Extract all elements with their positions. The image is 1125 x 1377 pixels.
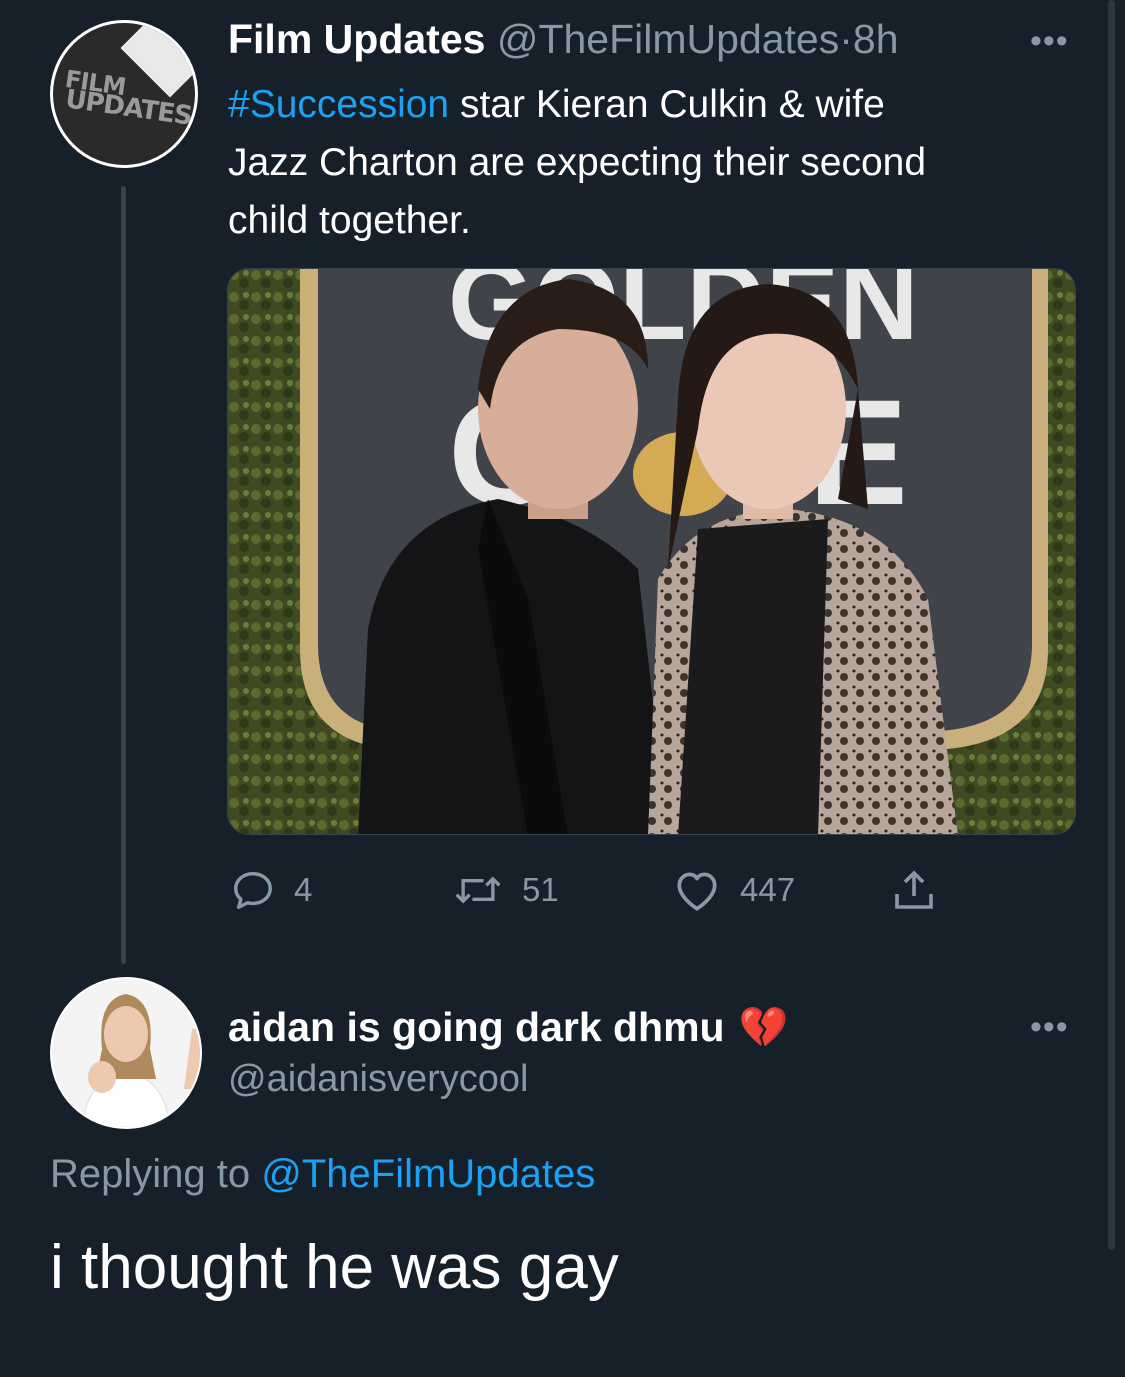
film-updates-avatar[interactable]: FILM UPDATES	[50, 20, 198, 168]
retweet-icon	[455, 876, 501, 904]
tweet-text-line: star Kieran Culkin & wife	[449, 83, 885, 126]
aidan-avatar[interactable]	[50, 977, 202, 1129]
more-horizontal-icon[interactable]: •••	[1030, 1010, 1069, 1044]
reply-count: 4	[294, 871, 313, 908]
reply-text: i thought he was gay	[50, 1233, 619, 1302]
share-icon	[895, 870, 933, 909]
retweet-count: 51	[522, 871, 559, 908]
thread-connector-line	[121, 186, 126, 964]
hashtag-link[interactable]: #Succession	[228, 83, 449, 126]
more-horizontal-icon[interactable]: •••	[1030, 24, 1069, 58]
tweet-header: Film Updates @TheFilmUpdates·8h	[228, 16, 899, 63]
broken-heart-emoji: 💔	[738, 1006, 789, 1050]
like-count: 447	[740, 871, 796, 908]
tweet-text-line: child together.	[228, 199, 471, 242]
reply-author-name-text: aidan is going dark dhmu	[228, 1004, 725, 1050]
heart-icon	[677, 872, 717, 911]
time-separator: ·	[839, 16, 853, 62]
reply-icon	[234, 871, 272, 909]
replying-to-label: Replying to	[50, 1152, 262, 1196]
like-action[interactable]: 447	[672, 866, 795, 914]
author-name[interactable]: Film Updates	[228, 16, 485, 62]
tweet-photo[interactable]: GOLDEN G E	[227, 268, 1076, 835]
tweet-time[interactable]: 8h	[853, 16, 899, 62]
reply-author-handle[interactable]: @aidanisverycool	[228, 1058, 529, 1101]
share-action[interactable]	[890, 866, 956, 914]
reply-author-name[interactable]: aidan is going dark dhmu 💔	[228, 1004, 788, 1051]
avatar-photo	[52, 979, 200, 1127]
replying-to-mention[interactable]: @TheFilmUpdates	[261, 1152, 595, 1196]
reply-action[interactable]: 4	[230, 866, 312, 914]
retweet-action[interactable]: 51	[452, 866, 559, 914]
author-handle[interactable]: @TheFilmUpdates	[497, 16, 839, 62]
tweet-text-line: Jazz Charton are expecting their second	[228, 141, 927, 184]
replying-to-line: Replying to @TheFilmUpdates	[50, 1152, 595, 1197]
scrollbar[interactable]	[1108, 0, 1115, 1250]
red-carpet-photo: GOLDEN G E	[228, 269, 1075, 834]
avatar-sticker-peel	[120, 23, 195, 98]
tweet-text: #Succession star Kieran Culkin & wife Ja…	[228, 76, 1078, 250]
